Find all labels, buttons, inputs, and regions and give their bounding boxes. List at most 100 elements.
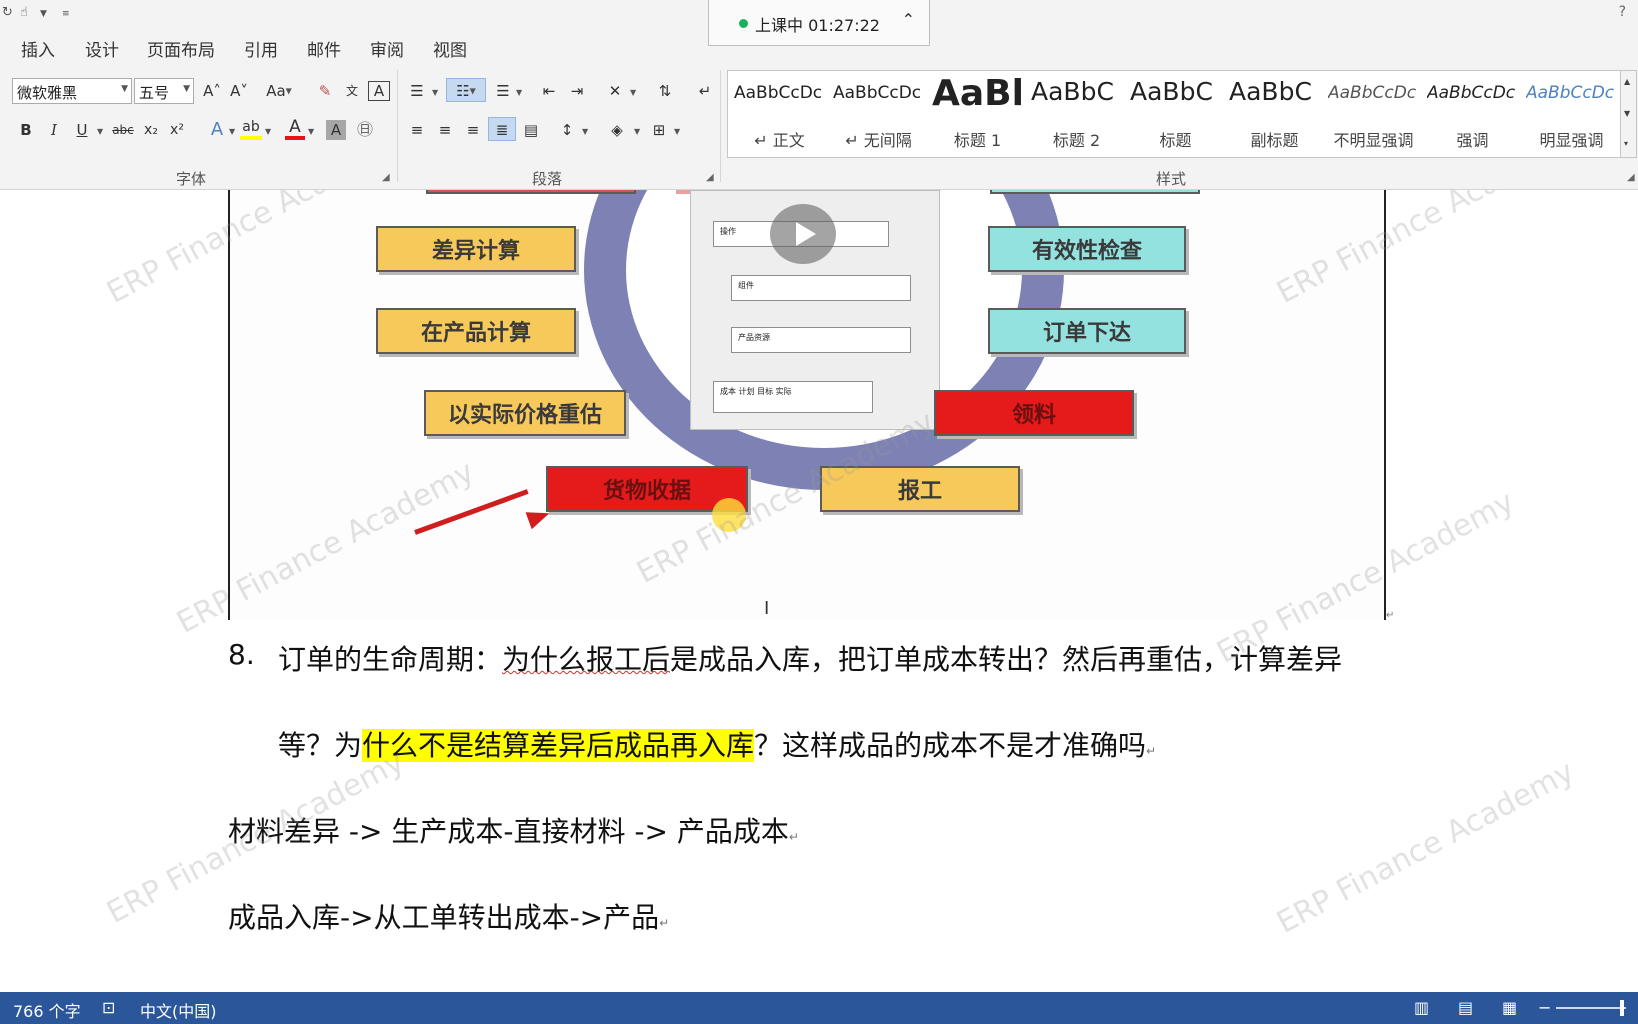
paragraph-material-variance[interactable]: 材料差异 -> 生产成本-直接材料 -> 产品成本↵: [228, 810, 799, 850]
multilevel-list-button[interactable]: ☰: [492, 79, 514, 103]
font-name-value: 微软雅黑: [17, 84, 78, 102]
proofing-icon[interactable]: ⊡: [102, 998, 115, 1017]
enclose-characters-button[interactable]: ㊐: [354, 118, 376, 142]
video-play-button[interactable]: [770, 204, 836, 264]
collapse-chevron-icon[interactable]: ⌃: [902, 10, 915, 29]
subscript-button[interactable]: x₂: [140, 118, 162, 142]
touch-mode-icon[interactable]: ☝: [20, 5, 28, 20]
borders-dropdown-icon[interactable]: ▼: [674, 127, 680, 136]
multilevel-dropdown-icon[interactable]: ▼: [516, 88, 522, 97]
text-effects-dropdown-icon[interactable]: ▼: [229, 127, 235, 136]
paragraph-dialog-launcher-icon[interactable]: ◢: [706, 172, 714, 183]
shading-button[interactable]: ◈: [606, 118, 628, 142]
italic-button[interactable]: I: [44, 118, 64, 142]
highlight-color-icon[interactable]: ab: [240, 118, 262, 140]
distributed-button[interactable]: ▤: [520, 118, 542, 142]
styles-gallery-scroller[interactable]: ▲ ▼ ▾: [1621, 70, 1637, 158]
underline-button[interactable]: U: [72, 118, 92, 142]
bold-button[interactable]: B: [16, 118, 36, 142]
paragraph-8-line-1[interactable]: 订单的生命周期：为什么报工后是成品入库，把订单成本转出？然后再重估，计算差异: [278, 638, 1342, 678]
borders-button[interactable]: ⊞: [648, 118, 670, 142]
touch-mode-dropdown-icon[interactable]: ▼: [40, 9, 47, 19]
tab-view[interactable]: 视图: [433, 36, 467, 61]
embedded-figure[interactable]: 操作 组件 产品资源 成本 计划 目标 实际 差异计算 在产品计算 以实际价格重…: [228, 190, 1386, 620]
style-heading-2[interactable]: AaBbC 标题 2: [1027, 71, 1126, 157]
style-sample: AaBbC: [1130, 77, 1213, 106]
style-heading-1[interactable]: AaBl 标题 1: [928, 71, 1027, 157]
styles-dialog-launcher-icon[interactable]: ◢: [1627, 172, 1635, 183]
align-left-button[interactable]: ≡: [406, 118, 428, 142]
text-effects-button[interactable]: A: [207, 118, 227, 142]
style-subtle-emphasis[interactable]: AaBbCcDc 不明显强调: [1324, 71, 1423, 157]
show-formatting-marks-icon[interactable]: ↵: [694, 79, 716, 103]
grow-font-button[interactable]: A˄: [201, 79, 223, 103]
bullets-button[interactable]: ☰: [406, 79, 428, 103]
character-border-icon[interactable]: A: [368, 81, 390, 101]
document-area[interactable]: 操作 组件 产品资源 成本 计划 目标 实际 差异计算 在产品计算 以实际价格重…: [0, 190, 1638, 992]
justify-button[interactable]: ≣: [488, 117, 516, 141]
shrink-font-button[interactable]: A˅: [228, 79, 250, 103]
font-dialog-launcher-icon[interactable]: ◢: [382, 172, 390, 183]
cropped-cyan-node: [990, 190, 1200, 194]
tab-page-layout[interactable]: 页面布局: [147, 36, 215, 61]
superscript-button[interactable]: x²: [166, 118, 188, 142]
paragraph-goods-receipt[interactable]: 成品入库->从工单转出成本->产品↵: [228, 896, 669, 936]
line-spacing-button[interactable]: ↕: [556, 118, 578, 142]
line-spacing-dropdown-icon[interactable]: ▼: [582, 127, 588, 136]
font-name-input[interactable]: 微软雅黑 ▼: [12, 78, 132, 104]
style-normal[interactable]: AaBbCcDc ↵ 正文: [730, 71, 829, 157]
customize-qat-icon[interactable]: ≡: [62, 9, 70, 19]
tab-insert[interactable]: 插入: [21, 36, 55, 61]
change-case-dropdown-icon[interactable]: ▼: [286, 87, 292, 96]
tab-references[interactable]: 引用: [244, 36, 278, 61]
bullets-dropdown-icon[interactable]: ▼: [432, 88, 438, 97]
font-color-dropdown-icon[interactable]: ▼: [308, 127, 314, 136]
tab-design[interactable]: 设计: [85, 36, 119, 61]
web-layout-icon[interactable]: ▦: [1502, 998, 1517, 1017]
clear-formatting-icon[interactable]: ✎: [314, 79, 336, 103]
chinese-layout-dropdown-icon[interactable]: ▼: [630, 88, 636, 97]
para8-line2-lead: 等？为: [278, 729, 363, 762]
scroll-down-icon[interactable]: ▼: [1624, 109, 1630, 118]
style-title[interactable]: AaBbC 标题: [1126, 71, 1225, 157]
redo-icon[interactable]: ↻: [2, 5, 13, 20]
align-center-button[interactable]: ≡: [434, 118, 456, 142]
watermark: ERP Finance Academy: [1271, 754, 1580, 941]
read-mode-icon[interactable]: ▥: [1414, 998, 1429, 1017]
strikethrough-button[interactable]: abc: [110, 118, 136, 142]
zoom-slider-thumb[interactable]: [1620, 1000, 1624, 1016]
align-right-button[interactable]: ≡: [462, 118, 484, 142]
tab-mailings[interactable]: 邮件: [307, 36, 341, 61]
gallery-more-icon[interactable]: ▾: [1624, 139, 1628, 148]
font-size-dropdown-icon[interactable]: ▼: [183, 84, 190, 94]
style-intense-emphasis[interactable]: AaBbCcDc 明显强调: [1522, 71, 1621, 157]
underline-dropdown-icon[interactable]: ▼: [97, 127, 103, 136]
decrease-indent-button[interactable]: ⇤: [538, 79, 560, 103]
paragraph-8-line-2[interactable]: 等？为什么不是结算差异后成品再入库？这样成品的成本不是才准确吗↵: [278, 724, 1156, 764]
character-shading-button[interactable]: A: [326, 120, 346, 140]
numbering-button[interactable]: ☷▼: [446, 78, 486, 102]
font-color-button[interactable]: A: [285, 118, 305, 140]
phonetic-guide-icon[interactable]: 文: [341, 79, 363, 103]
print-layout-icon[interactable]: ▤: [1458, 998, 1473, 1017]
style-subtitle[interactable]: AaBbC 副标题: [1225, 71, 1324, 157]
tab-review[interactable]: 审阅: [370, 36, 404, 61]
chinese-layout-icon[interactable]: ✕: [604, 79, 626, 103]
word-count[interactable]: 766 个字: [13, 998, 81, 1022]
zoom-slider[interactable]: [1556, 1007, 1626, 1009]
live-class-timer[interactable]: 上课中 01:27:22 ⌃: [708, 0, 930, 46]
change-case-button[interactable]: Aa▼: [262, 79, 296, 103]
shading-dropdown-icon[interactable]: ▼: [634, 127, 640, 136]
font-size-input[interactable]: 五号 ▼: [134, 78, 194, 104]
help-icon[interactable]: ?: [1619, 4, 1626, 20]
scroll-up-icon[interactable]: ▲: [1624, 77, 1630, 86]
style-no-spacing[interactable]: AaBbCcDc ↵ 无间隔: [829, 71, 928, 157]
sort-icon[interactable]: ⇅: [654, 79, 676, 103]
zoom-out-icon[interactable]: −: [1538, 998, 1551, 1017]
style-label: ↵ 无间隔: [845, 131, 912, 150]
style-emphasis[interactable]: AaBbCcDc 强调: [1423, 71, 1522, 157]
font-name-dropdown-icon[interactable]: ▼: [121, 84, 128, 94]
increase-indent-button[interactable]: ⇥: [566, 79, 588, 103]
language-indicator[interactable]: 中文(中国): [140, 998, 217, 1022]
highlight-dropdown-icon[interactable]: ▼: [265, 127, 271, 136]
